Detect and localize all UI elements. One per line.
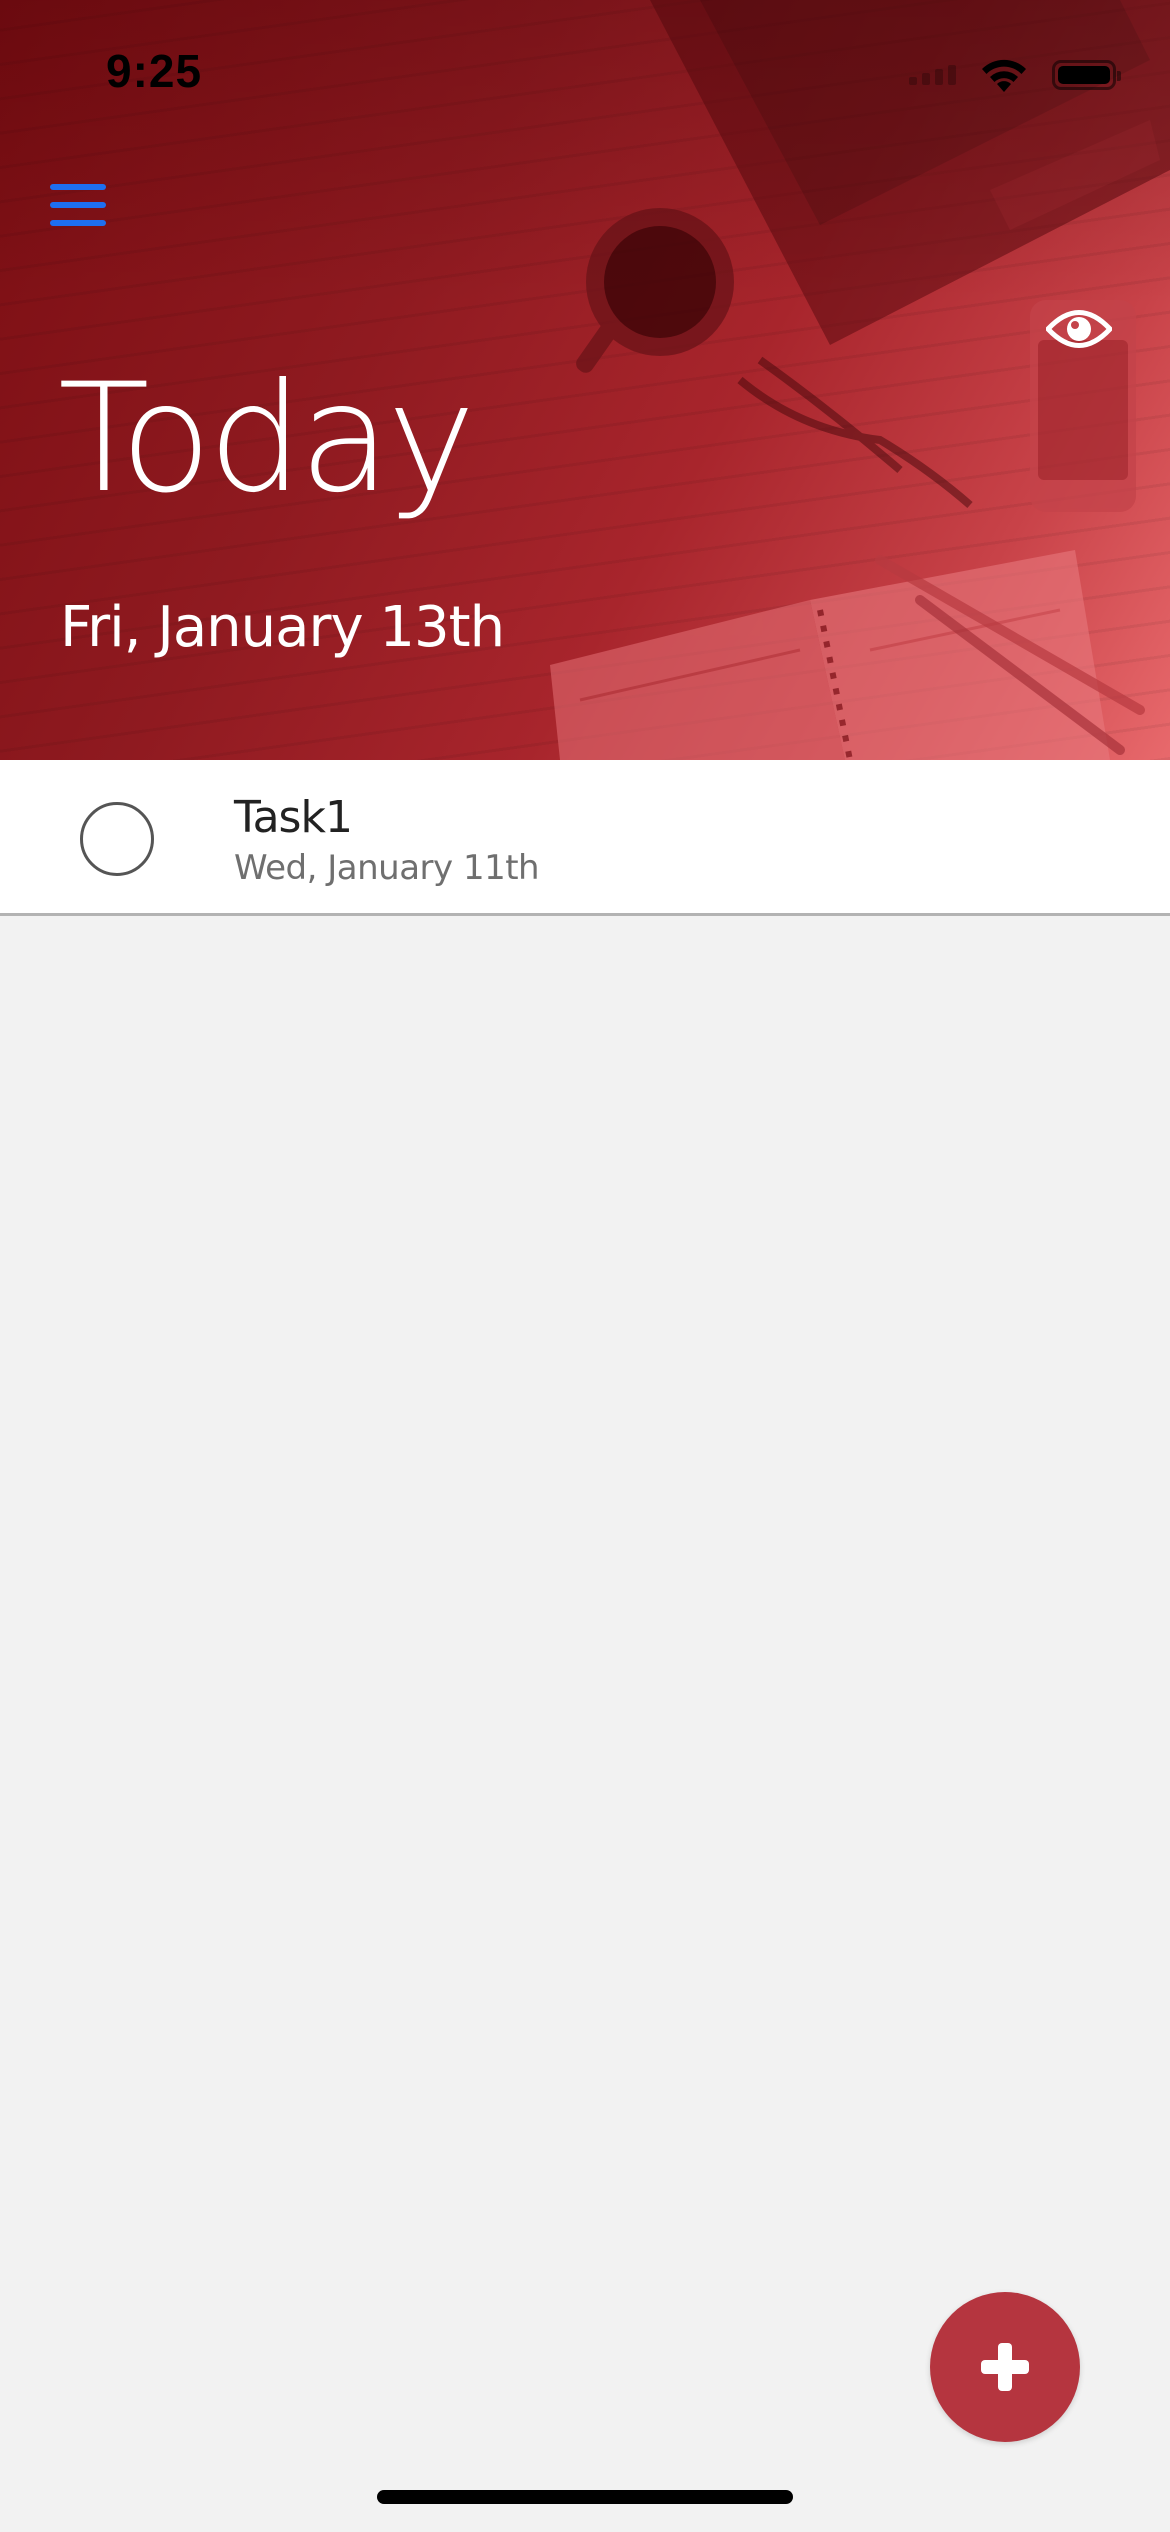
task-complete-checkbox[interactable] (80, 802, 154, 876)
header-banner: 9:25 Today Fri, January 13th (0, 0, 1170, 760)
today-screen: 9:25 Today Fri, January 13th Task1 Wed, … (0, 0, 1170, 2532)
page-title: Today (58, 352, 476, 526)
status-time: 9:25 (106, 45, 203, 97)
cellular-signal-icon (909, 65, 956, 85)
task-row[interactable]: Task1 Wed, January 11th (0, 760, 1170, 916)
current-date: Fri, January 13th (60, 595, 505, 660)
plus-icon (981, 2343, 1029, 2391)
eye-icon (1044, 310, 1114, 348)
add-task-button[interactable] (930, 2292, 1080, 2442)
wifi-icon (982, 59, 1026, 92)
task-due-date: Wed, January 11th (234, 848, 540, 888)
status-indicators (909, 56, 1121, 94)
home-indicator[interactable] (377, 2490, 793, 2504)
menu-button[interactable] (50, 184, 106, 226)
task-title: Task1 (234, 792, 353, 843)
visibility-toggle-button[interactable] (1044, 304, 1114, 354)
battery-icon (1052, 60, 1121, 90)
